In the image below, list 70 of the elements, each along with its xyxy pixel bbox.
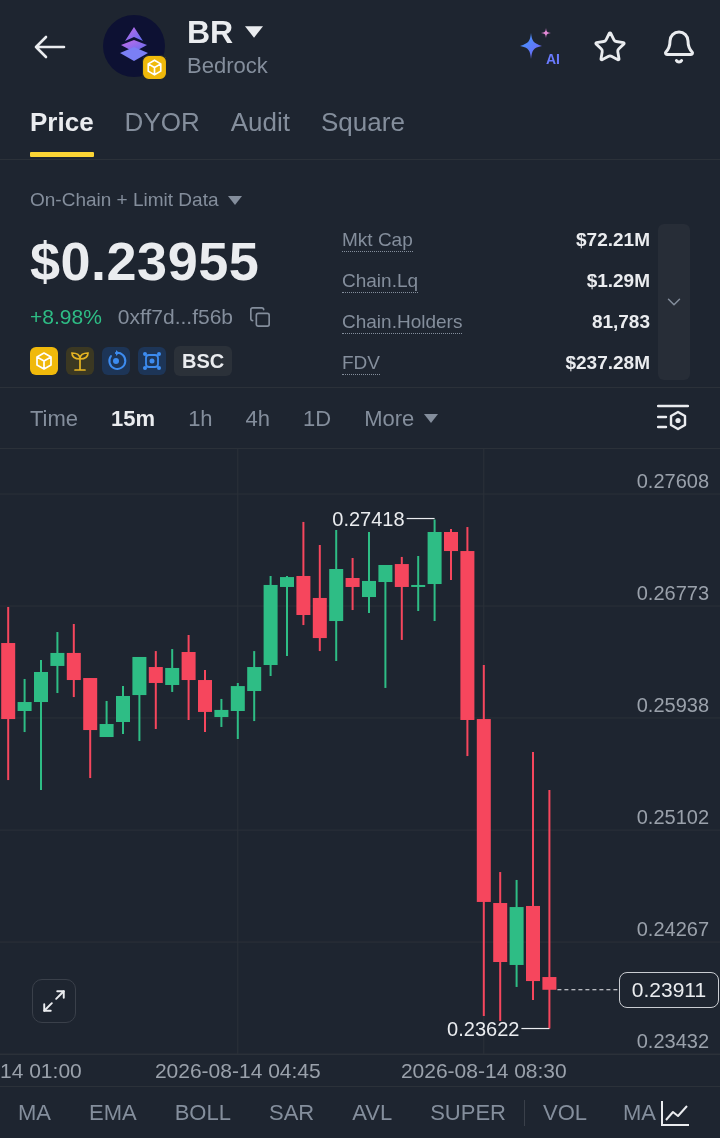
stat-value: $1.29M: [586, 269, 650, 294]
indicator-tab[interactable]: VOL: [542, 1096, 587, 1129]
interval-tab[interactable]: 1D: [303, 401, 332, 435]
more-dropdown[interactable]: More: [364, 401, 439, 435]
cube-badge-icon: [142, 55, 167, 80]
chain-tag: BSC: [174, 346, 233, 376]
expand-icon: [41, 988, 67, 1014]
indicator-tab[interactable]: BOLL: [174, 1096, 231, 1129]
interval-tab[interactable]: 4h: [245, 401, 271, 435]
stat-value: $237.28M: [565, 351, 650, 376]
last-price-line: [556, 989, 619, 991]
back-icon: [34, 35, 66, 59]
copy-icon: [249, 306, 271, 328]
network-icon: [138, 347, 166, 375]
symbol-dropdown[interactable]: BR: [187, 14, 268, 50]
leader-line: [520, 1027, 550, 1030]
price-axis-label: 0.23432: [636, 1029, 709, 1053]
bell-icon: [661, 29, 697, 65]
stat-label: Chain.Lq: [342, 270, 419, 293]
ai-button[interactable]: AI: [520, 28, 558, 66]
price-axis-label: 0.24267: [636, 917, 709, 942]
stat-label: Mkt Cap: [342, 229, 413, 252]
interval-tab[interactable]: 15m: [111, 401, 156, 435]
contract-address: 0xff7d...f56b: [117, 304, 233, 331]
stat-label: FDV: [342, 352, 380, 375]
candle: [444, 528, 458, 581]
cube-icon: [30, 347, 58, 375]
fullscreen-button[interactable]: [32, 979, 76, 1023]
candle: [116, 685, 130, 736]
leader-line: [406, 517, 436, 520]
price-change: +8.98%: [30, 304, 102, 331]
stat-value: 81,783: [591, 310, 650, 335]
interval-tab[interactable]: 1h: [188, 401, 213, 435]
line-chart-icon: [660, 1098, 690, 1127]
time-axis-label: 2026-08-14 08:30: [400, 1059, 567, 1083]
price-value: $0.23955: [30, 232, 260, 290]
token-name: Bedrock: [187, 52, 268, 80]
caret-icon: [424, 413, 439, 423]
caret-icon: [227, 195, 242, 205]
low-price-label: 0.23622: [447, 1016, 520, 1041]
rotate-icon: [102, 347, 130, 375]
star-icon: [593, 30, 627, 64]
sprout-icon: [66, 347, 94, 375]
stat-label: Chain.Holders: [342, 311, 463, 334]
caret-icon: [245, 26, 264, 38]
time-axis-label: 2026-08-14 04:45: [154, 1059, 321, 1083]
tab[interactable]: Audit: [230, 94, 290, 159]
interval-tab[interactable]: Time: [30, 401, 79, 435]
time-axis-label: 14 01:00: [0, 1059, 82, 1083]
candle: [198, 669, 212, 734]
indicator-tab[interactable]: MA: [18, 1096, 51, 1129]
indicator-tab[interactable]: AVL: [352, 1096, 393, 1129]
indicator-tab[interactable]: SUPER: [430, 1096, 506, 1129]
indicator-tab[interactable]: EMA: [89, 1096, 137, 1129]
tab[interactable]: Square: [321, 94, 405, 159]
tab[interactable]: DYOR: [124, 94, 200, 159]
chart-settings-icon: [657, 403, 689, 433]
price-axis-label: 0.25102: [636, 805, 709, 830]
high-price-label: 0.27418: [332, 506, 405, 531]
data-source-dropdown[interactable]: On-Chain + Limit Data: [30, 188, 242, 212]
price-axis-label: 0.25938: [636, 692, 709, 717]
last-price-tag: 0.23911: [619, 971, 719, 1008]
indicator-tab[interactable]: MA: [623, 1096, 656, 1129]
price-axis-label: 0.26773: [636, 581, 709, 605]
candle: [50, 631, 65, 695]
price-axis-label: 0.27608: [636, 469, 709, 494]
copy-button[interactable]: [249, 306, 271, 328]
stat-value: $72.21M: [576, 228, 650, 253]
indicator-tab[interactable]: SAR: [268, 1096, 315, 1129]
tab[interactable]: Price: [30, 94, 94, 159]
